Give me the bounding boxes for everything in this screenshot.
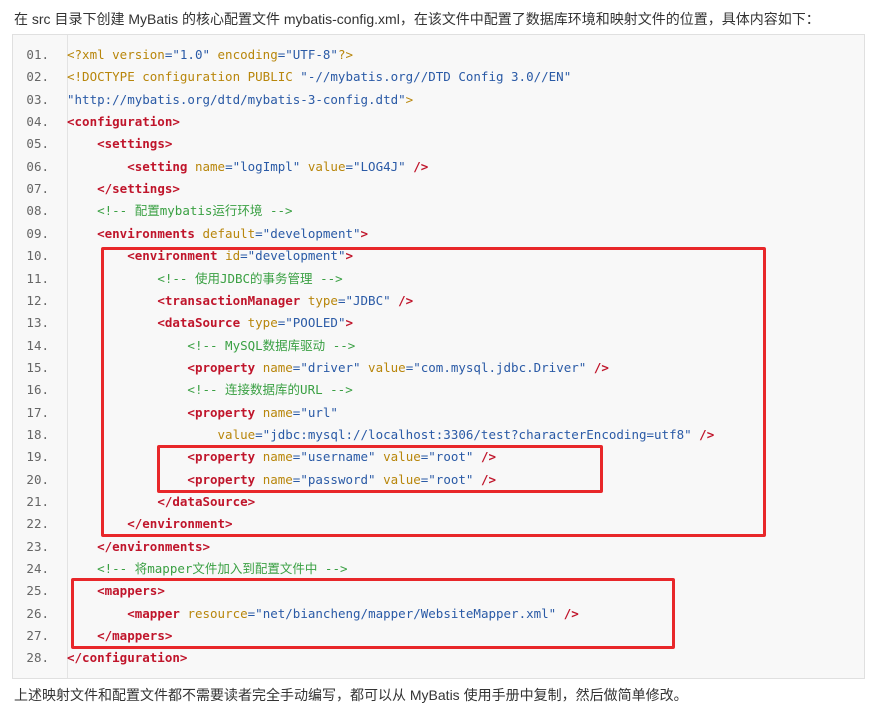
line-number: 27. (26, 628, 49, 644)
line-number: 05. (26, 136, 49, 152)
code-token-tag: </environments> (97, 538, 210, 554)
highlight-box-environment (101, 247, 766, 537)
line-number: 03. (26, 91, 49, 107)
line-number: 17. (26, 404, 49, 420)
line-number: 06. (26, 158, 49, 174)
code-token-tag: /> (405, 158, 429, 174)
line-number: 16. (26, 382, 49, 398)
code-token-tag: </settings> (97, 181, 180, 197)
code-text: </settings> (67, 178, 180, 200)
code-token-tag: <environments (97, 225, 203, 241)
line-number: 13. (26, 315, 49, 331)
code-token-attr: default (202, 225, 256, 241)
code-token-val: ="logImpl" (225, 158, 301, 174)
highlight-box-mappers (71, 578, 675, 649)
line-number: 19. (26, 449, 49, 465)
line-number: 07. (26, 181, 49, 197)
code-token-tag: <setting (127, 158, 195, 174)
code-token-decl: > (405, 91, 414, 107)
line-number: 21. (26, 494, 49, 509)
line-number: 09. (26, 225, 49, 241)
code-text: <settings> (67, 133, 172, 155)
line-number: 28. (26, 650, 49, 666)
line-number: 24. (26, 561, 49, 577)
code-token-decl: <?xml (67, 47, 113, 62)
code-token-attr: value (300, 158, 346, 174)
code-token-val: ="LOG4J" (345, 158, 406, 174)
code-block: 01. <?xml version="1.0" encoding="UTF-8"?… (12, 34, 865, 679)
code-text: <environments default="development"> (67, 223, 368, 245)
code-text: <!DOCTYPE configuration PUBLIC "-//mybat… (67, 66, 571, 88)
code-token-attr: name (194, 158, 226, 174)
code-text: <?xml version="1.0" encoding="UTF-8"?> (67, 44, 353, 66)
line-number: 18. (26, 426, 49, 442)
code-token-decl: <!DOCTYPE configuration PUBLIC (67, 69, 301, 85)
line-number: 11. (26, 270, 49, 286)
code-token-val: "http://mybatis.org/dtd/mybatis-3-config… (67, 91, 406, 107)
code-text: <setting name="logImpl" value="LOG4J" /> (67, 156, 428, 178)
line-number: 04. (26, 114, 49, 130)
line-number: 10. (26, 248, 49, 264)
code-token-attr: version (112, 47, 165, 62)
code-text: <!-- 配置mybatis运行环境 --> (67, 200, 293, 222)
line-number: 14. (26, 337, 49, 353)
code-token-val: ="1.0" (164, 47, 210, 62)
line-number: 20. (26, 471, 49, 487)
line-number: 01. (26, 47, 49, 62)
line-number: 25. (26, 583, 49, 599)
code-token-tag: <settings> (97, 136, 173, 152)
code-token-attr: encoding (210, 47, 278, 62)
code-token-tag: <configuration> (67, 114, 180, 130)
highlight-box-credentials (157, 445, 603, 493)
code-token-val: "-//mybatis.org//DTD Config 3.0//EN" (300, 69, 572, 85)
code-token-tag: </configuration> (67, 650, 188, 666)
line-number: 26. (26, 605, 49, 621)
code-token-cmt: <!-- 将mapper文件加入到配置文件中 --> (97, 561, 348, 577)
code-text: </configuration> (67, 647, 187, 669)
code-token-val: ="UTF-8" (277, 47, 338, 62)
code-token-decl: ?> (337, 47, 354, 62)
code-text: </environments> (67, 536, 210, 558)
outro-paragraph: 上述映射文件和配置文件都不需要读者完全手动编写，都可以从 MyBatis 使用手… (14, 687, 688, 703)
code-token-val: ="development" (255, 225, 361, 241)
code-token-tag: > (360, 225, 369, 241)
code-text: <!-- 将mapper文件加入到配置文件中 --> (67, 558, 348, 580)
code-text: <configuration> (67, 111, 180, 133)
line-number: 12. (26, 292, 49, 308)
line-number: 22. (26, 516, 49, 532)
code-token-cmt: <!-- 配置mybatis运行环境 --> (97, 203, 293, 219)
code-text: "http://mybatis.org/dtd/mybatis-3-config… (67, 89, 413, 111)
line-number: 02. (26, 69, 49, 85)
line-number: 23. (26, 538, 49, 554)
intro-paragraph: 在 src 目录下创建 MyBatis 的核心配置文件 mybatis-conf… (14, 11, 820, 27)
line-number: 15. (26, 359, 49, 375)
line-number: 08. (26, 203, 49, 219)
